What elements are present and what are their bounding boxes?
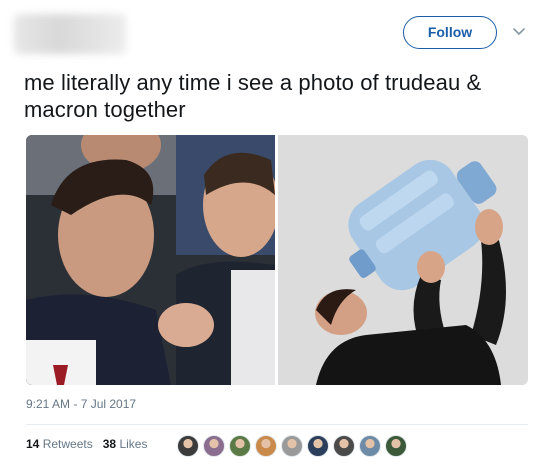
retweets-stat[interactable]: 14 Retweets — [26, 437, 93, 451]
tweet-timestamp[interactable]: 9:21 AM - 7 Jul 2017 — [26, 397, 136, 411]
photo-left[interactable] — [26, 135, 279, 385]
liker-avatar[interactable] — [359, 435, 381, 457]
retweets-label: Retweets — [42, 437, 93, 451]
tweet-stats: 14 Retweets 38 Likes — [26, 437, 147, 451]
liker-avatar[interactable] — [177, 435, 199, 457]
divider — [26, 424, 528, 425]
likes-stat[interactable]: 38 Likes — [103, 437, 148, 451]
liker-avatar[interactable] — [281, 435, 303, 457]
follow-button[interactable]: Follow — [403, 16, 497, 49]
liker-avatar[interactable] — [229, 435, 251, 457]
liker-avatar[interactable] — [385, 435, 407, 457]
liker-avatar[interactable] — [255, 435, 277, 457]
liker-avatars — [177, 435, 407, 457]
likes-count: 38 — [102, 437, 117, 451]
chevron-down-icon[interactable] — [512, 24, 526, 38]
likes-label: Likes — [119, 437, 148, 451]
tweet-media[interactable] — [26, 135, 528, 385]
author-info-blurred — [14, 14, 126, 54]
liker-avatar[interactable] — [307, 435, 329, 457]
tweet-text: me literally any time i see a photo of t… — [24, 70, 482, 122]
liker-avatar[interactable] — [333, 435, 355, 457]
retweets-count: 14 — [26, 437, 40, 451]
photo-right[interactable] — [278, 135, 528, 385]
liker-avatar[interactable] — [203, 435, 225, 457]
